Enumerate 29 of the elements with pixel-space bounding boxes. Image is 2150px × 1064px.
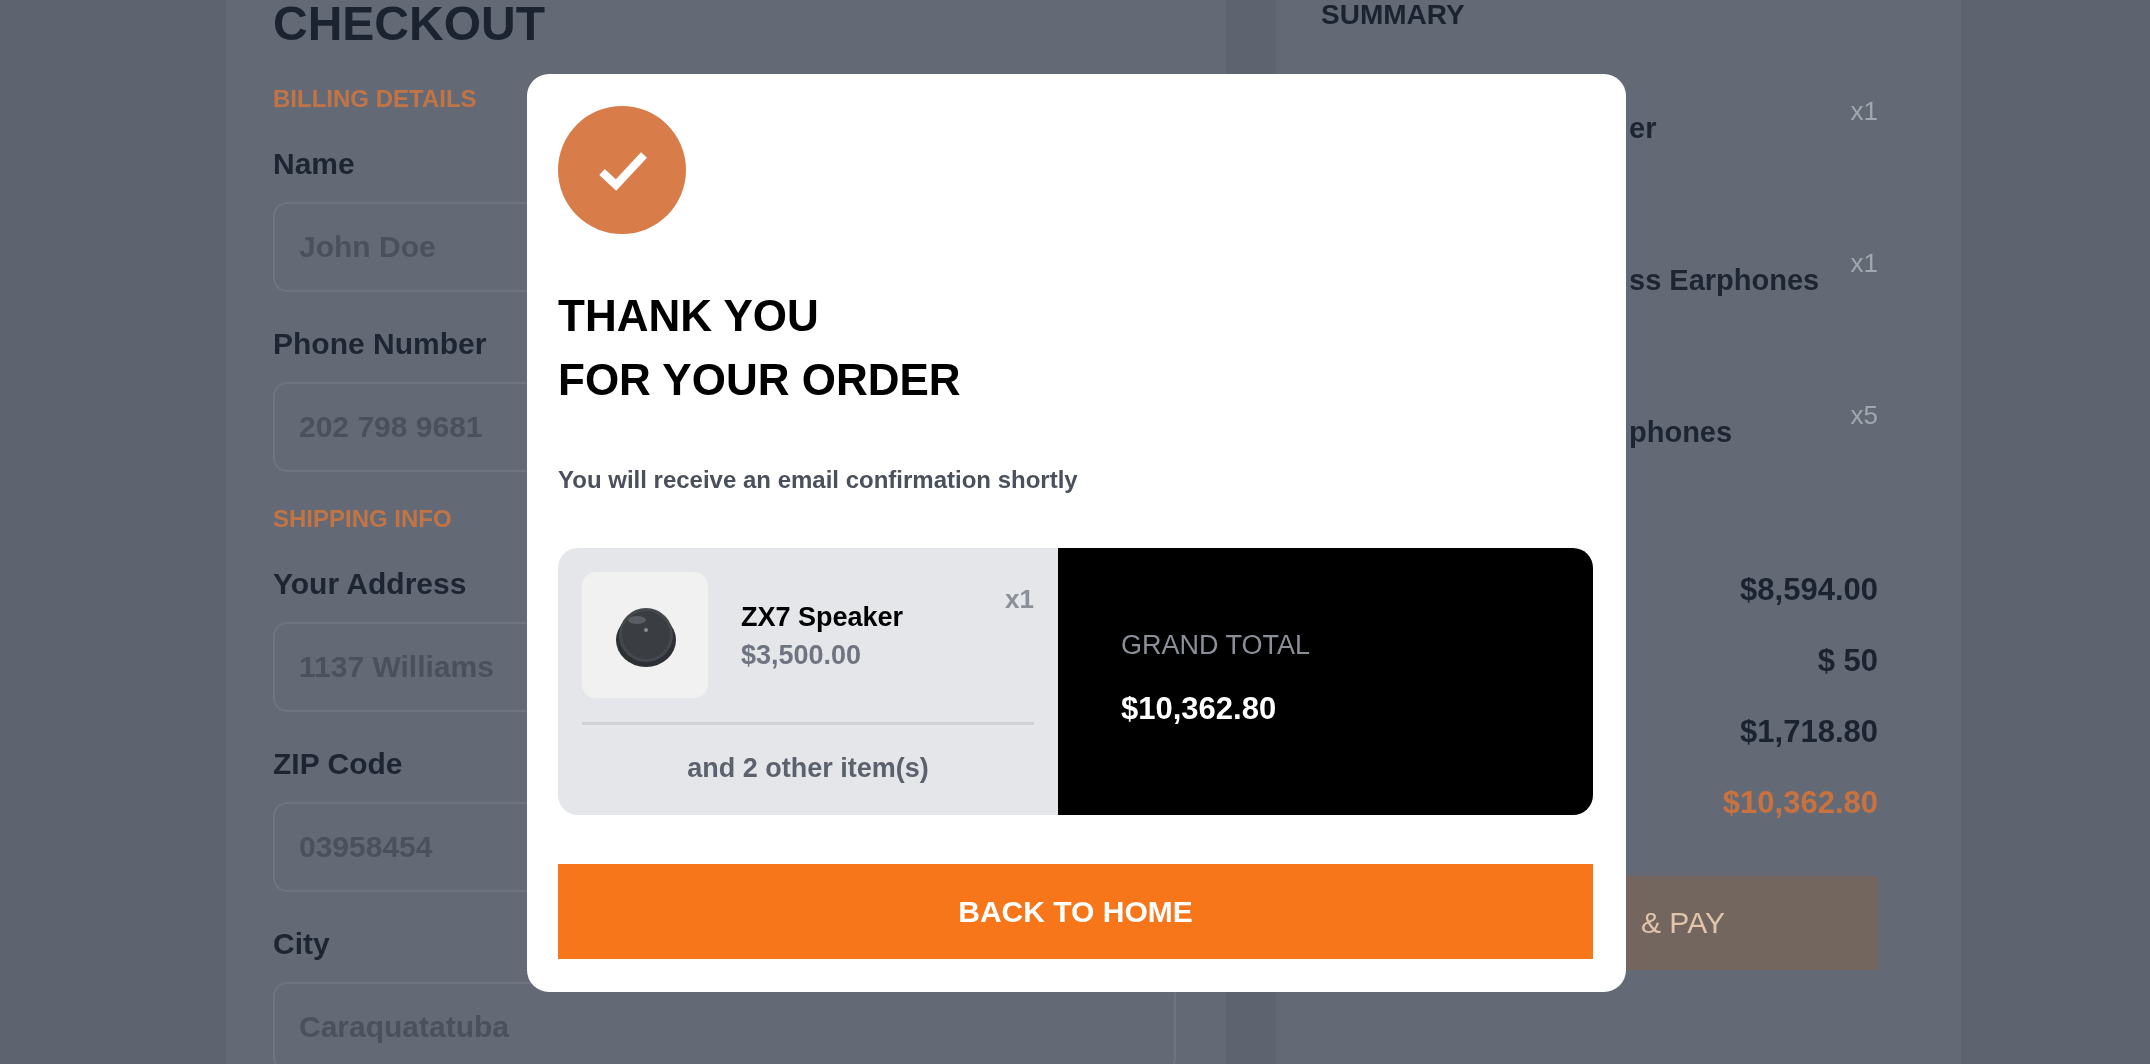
summary-title: SUMMARY xyxy=(1321,0,1466,30)
item-name: er xyxy=(1629,112,1657,145)
item-quantity: x5 xyxy=(1850,400,1878,431)
item-name: ss Earphones xyxy=(1629,264,1820,297)
item-quantity: x1 xyxy=(1850,96,1878,127)
field-label: Your Address xyxy=(273,566,467,602)
total-value: $10,362.80 xyxy=(1722,784,1878,821)
dialog-message: You will receive an email confirmation shortly xyxy=(558,466,1079,494)
section-heading: BILLING DETAILS xyxy=(273,84,477,114)
field-label: ZIP Code xyxy=(273,746,403,782)
dialog-title: THANK YOU FOR YOUR ORDER xyxy=(558,290,962,406)
field-label: Phone Number xyxy=(273,326,487,362)
total-value: $ 50 xyxy=(1817,642,1878,679)
other-items-link[interactable]: and 2 other item(s) xyxy=(687,753,929,784)
grand-total-label: GRAND TOTAL xyxy=(1121,630,1312,661)
field-label: City xyxy=(273,926,330,962)
total-value: $1,718.80 xyxy=(1740,713,1878,750)
product-name: ZX7 Speaker xyxy=(741,601,904,634)
item-quantity: x1 xyxy=(1850,248,1878,279)
total-value: $8,594.00 xyxy=(1740,571,1878,608)
grand-total-value: $10,362.80 xyxy=(1121,691,1278,727)
item-name: phones xyxy=(1629,416,1733,449)
back-to-home-button[interactable]: BACK TO HOME xyxy=(558,864,1593,959)
field-label: Name xyxy=(273,146,355,182)
product-price: $3,500.00 xyxy=(741,639,863,672)
check-icon xyxy=(558,106,686,234)
page-title: CHECKOUT xyxy=(273,0,546,48)
section-heading: SHIPPING INFO xyxy=(273,504,452,534)
product-quantity: x1 xyxy=(1005,584,1034,615)
